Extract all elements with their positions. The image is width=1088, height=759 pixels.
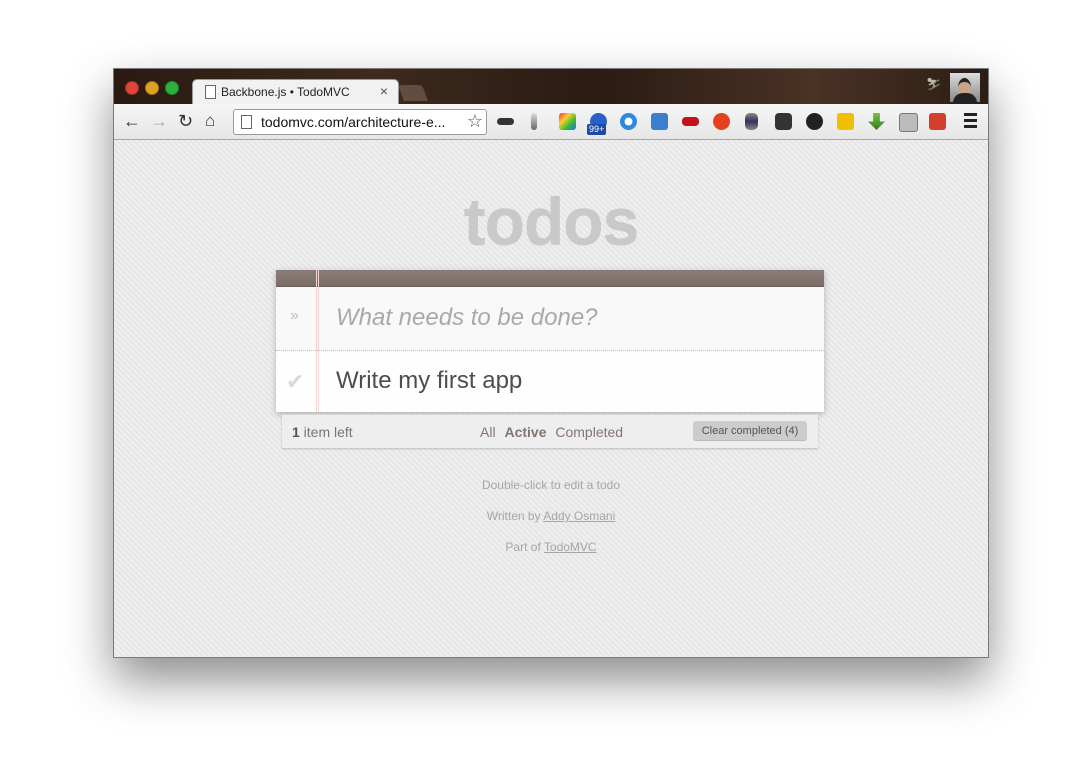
todo-count: 1 item left — [292, 424, 353, 440]
toggle-all-chevron-icon[interactable]: » — [290, 307, 299, 325]
tower-icon[interactable] — [531, 113, 537, 130]
lr-icon[interactable] — [899, 113, 918, 132]
database-icon[interactable] — [745, 113, 758, 130]
author-link[interactable]: Addy Osmani — [543, 509, 615, 523]
browser-tab[interactable]: Backbone.js • TodoMVC × — [192, 79, 399, 105]
new-todo-input[interactable] — [334, 301, 808, 335]
avatar-body — [953, 93, 977, 102]
new-todo-row: » — [276, 287, 824, 351]
browser-window: Backbone.js • TodoMVC × ⛷ ← → ↻ ⌂ todomv… — [113, 68, 989, 658]
todo-count-number: 1 — [292, 424, 300, 440]
google-plus-icon[interactable] — [929, 113, 946, 130]
mask-icon[interactable] — [497, 118, 514, 125]
todo-count-text: item left — [299, 424, 353, 440]
pocket-icon[interactable] — [775, 113, 792, 130]
tab-title: Backbone.js • TodoMVC — [221, 85, 350, 99]
page-content: todos » ✔ Write my first app 1 item left… — [114, 140, 988, 657]
screen-icon[interactable] — [651, 113, 668, 130]
filter-active[interactable]: Active — [504, 424, 546, 440]
profile-switch-icon[interactable]: ⛷ — [926, 77, 941, 93]
filter-all[interactable]: All — [480, 424, 496, 440]
title-bar: Backbone.js • TodoMVC × ⛷ — [114, 69, 988, 105]
download-arrow-icon[interactable] — [868, 113, 885, 130]
app-header-bar — [276, 270, 824, 287]
filter-completed[interactable]: Completed — [555, 424, 623, 440]
close-window-button[interactable] — [125, 81, 139, 95]
project-credit: Part of TodoMVC — [114, 540, 988, 554]
minimize-window-button[interactable] — [145, 81, 159, 95]
github-icon[interactable] — [806, 113, 823, 130]
page-title: todos — [463, 185, 640, 259]
todo-footer: 1 item left All Active Completed Clear c… — [282, 414, 818, 448]
reload-icon[interactable]: ↻ — [178, 111, 193, 131]
address-bar[interactable]: todomvc.com/architecture-e... ☆ — [233, 109, 487, 135]
colorful-app-icon[interactable] — [559, 113, 576, 130]
red-circle-icon[interactable] — [713, 113, 730, 130]
forward-icon[interactable]: → — [150, 111, 168, 131]
sofa-icon[interactable] — [682, 117, 699, 126]
browser-toolbar: ← → ↻ ⌂ todomvc.com/architecture-e... ☆ … — [114, 104, 988, 140]
notification-badge: 99+ — [587, 124, 607, 135]
list-item[interactable]: ✔ Write my first app — [276, 351, 824, 411]
filters: All Active Completed — [480, 424, 628, 440]
bolt-icon[interactable] — [837, 113, 854, 130]
new-tab-button[interactable] — [398, 85, 428, 101]
project-link[interactable]: TodoMVC — [544, 540, 597, 554]
gear-icon[interactable] — [620, 113, 637, 130]
edit-hint: Double-click to edit a todo — [481, 478, 621, 492]
page-icon — [205, 85, 216, 99]
checkmark-icon[interactable]: ✔ — [286, 369, 304, 395]
back-icon[interactable]: ← — [123, 111, 141, 131]
part-of-text: Part of — [505, 540, 544, 554]
bookmark-star-icon[interactable]: ☆ — [467, 111, 483, 132]
todo-app: » ✔ Write my first app — [276, 270, 824, 412]
page-icon — [241, 115, 252, 129]
clear-completed-button[interactable]: Clear completed (4) — [693, 421, 807, 441]
avatar[interactable] — [949, 72, 981, 103]
written-by-text: Written by — [486, 509, 544, 523]
todo-title[interactable]: Write my first app — [336, 367, 522, 395]
menu-icon[interactable] — [964, 113, 977, 128]
tab-close-icon[interactable]: × — [380, 83, 388, 99]
zoom-window-button[interactable] — [165, 81, 179, 95]
url-text[interactable]: todomvc.com/architecture-e... — [261, 114, 445, 130]
home-icon[interactable]: ⌂ — [205, 111, 215, 131]
author-credit: Written by Addy Osmani — [114, 509, 988, 523]
